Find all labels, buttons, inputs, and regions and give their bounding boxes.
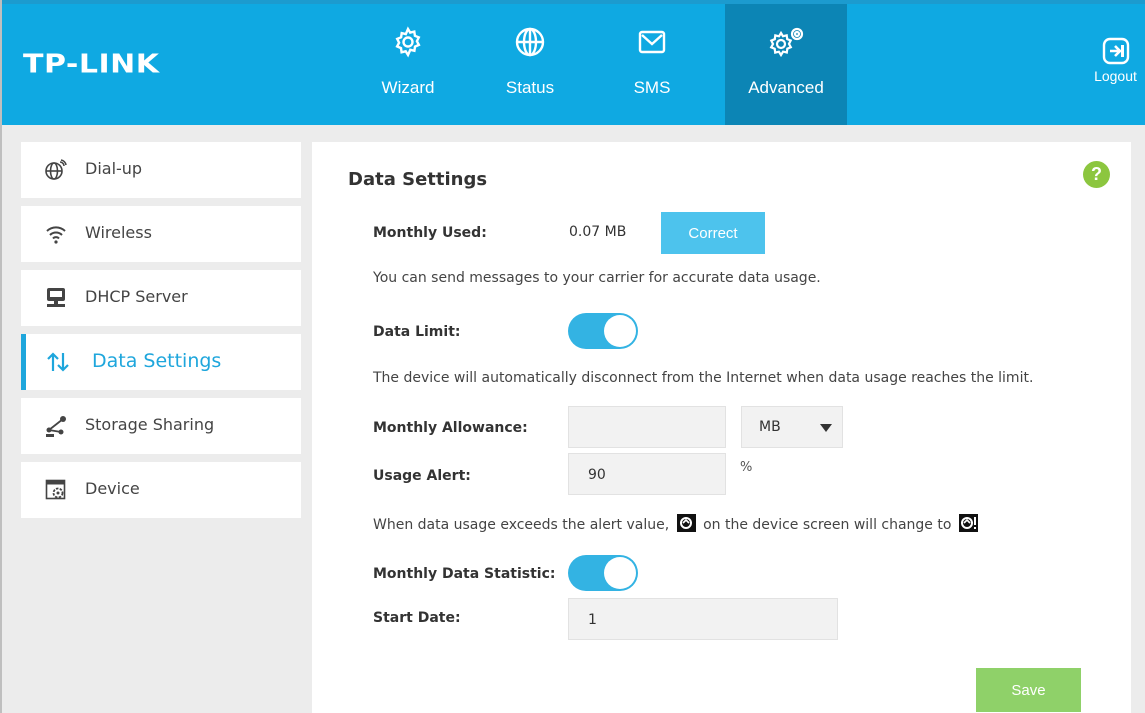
share-icon [46,416,66,437]
sidebar-item-device[interactable]: Device [21,462,301,518]
sidebar-item-wireless[interactable]: Wireless [21,206,301,262]
wifi-icon [46,226,66,244]
monthly-statistic-toggle[interactable] [568,555,638,591]
nav-advanced[interactable]: Advanced [725,4,847,125]
nav-sms-label: SMS [633,78,671,97]
sidebar-item-data-settings[interactable]: Data Settings [21,334,301,390]
sidebar-item-label: Dial-up [85,159,143,178]
allowance-unit-value: MB [759,419,781,435]
gears-icon [769,27,804,58]
page-title: Data Settings [348,169,488,190]
usage-alert-label: Usage Alert: [373,468,471,484]
data-limit-toggle[interactable] [568,313,638,349]
monthly-used-value: 0.07 MB [569,224,627,240]
brand-logo: TP-LINK [23,49,160,80]
toggle-knob [604,557,636,589]
top-header: TP-LINK Wizard Status SMS Advanced Logou… [2,0,1145,125]
logout-button[interactable]: Logout [1084,28,1145,98]
sidebar-item-dial-up[interactable]: Dial-up [21,142,301,198]
alert-note-part2: on the device screen will change to [703,517,952,533]
nav-sms[interactable]: SMS [591,4,713,125]
nav-wizard[interactable]: Wizard [347,4,469,125]
data-usage-normal-icon [676,514,696,532]
alert-note: When data usage exceeds the alert value,… [373,514,981,533]
sidebar-item-label: Data Settings [92,350,222,372]
sidebar-item-storage-sharing[interactable]: Storage Sharing [21,398,301,454]
help-icon[interactable]: ? [1083,161,1110,188]
up-down-arrows-icon [47,352,69,372]
chevron-down-icon [820,424,832,432]
start-date-input[interactable]: 1 [568,598,838,640]
nav-advanced-label: Advanced [748,78,824,97]
sidebar-item-label: DHCP Server [85,287,188,306]
alert-note-part1: When data usage exceeds the alert value, [373,517,670,533]
monthly-statistic-label: Monthly Data Statistic: [373,566,556,582]
envelope-icon [638,30,666,54]
app-frame: TP-LINK Wizard Status SMS Advanced Logou… [0,0,1145,713]
usage-alert-unit: % [740,460,753,475]
data-usage-alert-icon [958,514,978,532]
nav-wizard-label: Wizard [381,78,435,97]
correct-button[interactable]: Correct [661,212,765,254]
monthly-allowance-label: Monthly Allowance: [373,420,528,436]
allowance-unit-select[interactable]: MB [741,406,843,448]
usage-alert-input[interactable]: 90 [568,453,726,495]
content-panel: Data Settings ? Monthly Used: 0.07 MB Co… [312,142,1131,713]
save-button[interactable]: Save [976,668,1081,712]
server-icon [47,288,65,307]
monthly-used-label: Monthly Used: [373,225,487,241]
data-limit-label: Data Limit: [373,324,461,340]
sidebar-item-dhcp-server[interactable]: DHCP Server [21,270,301,326]
limit-note: The device will automatically disconnect… [373,370,1034,386]
toggle-knob [604,315,636,347]
gear-icon [395,26,421,58]
sidebar-item-label: Storage Sharing [85,415,215,434]
device-settings-icon [45,479,66,500]
sidebar-item-label: Device [85,479,140,498]
logout-icon [1102,37,1129,65]
nav-status[interactable]: Status [469,4,591,125]
start-date-label: Start Date: [373,610,461,626]
globe-signal-icon [45,159,67,180]
monthly-allowance-input[interactable] [568,406,726,448]
sidebar-item-label: Wireless [85,223,152,242]
sidebar: Dial-up Wireless DHCP Server Data Settin… [21,142,301,526]
globe-icon [515,27,545,57]
logout-label: Logout [1094,68,1137,84]
nav-status-label: Status [505,78,555,97]
carrier-note: You can send messages to your carrier fo… [373,270,821,286]
